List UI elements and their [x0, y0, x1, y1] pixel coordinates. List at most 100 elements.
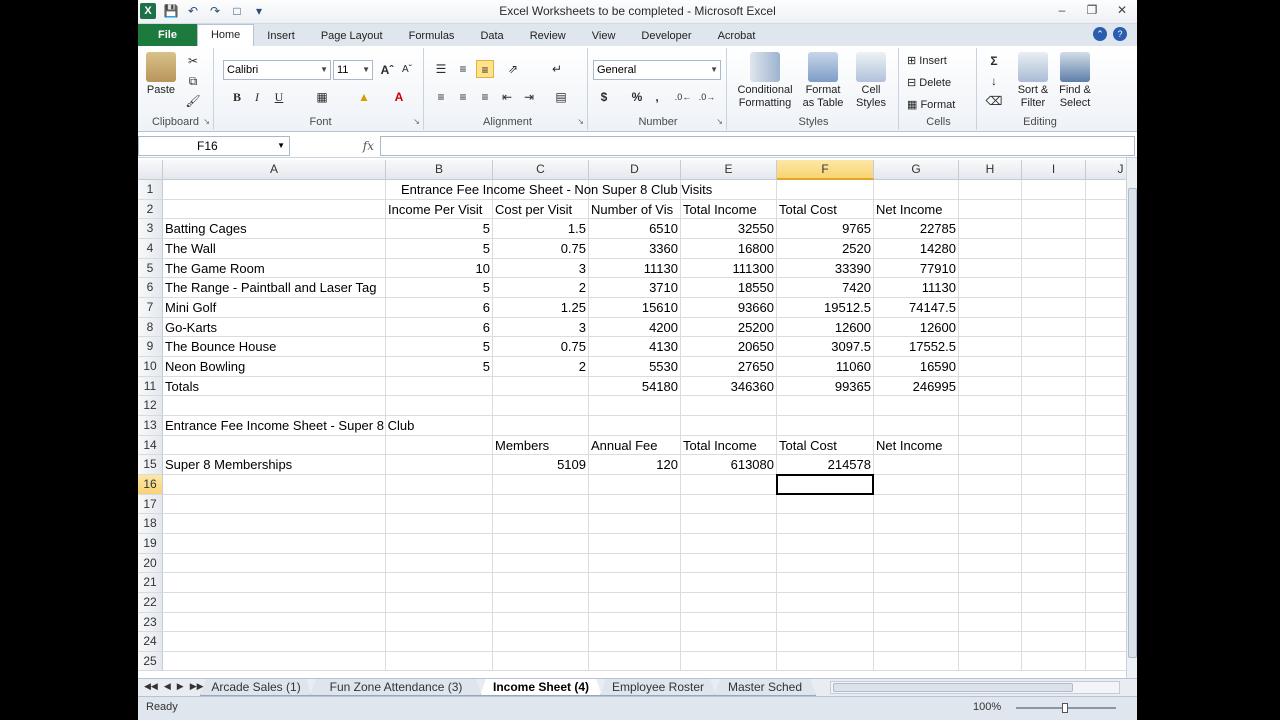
currency-icon[interactable]: $ [595, 88, 613, 106]
cell-a24[interactable] [163, 632, 386, 652]
column-header-b[interactable]: B [386, 160, 493, 180]
cell-e22[interactable] [681, 592, 777, 613]
cell-b1[interactable]: Entrance Fee Income Sheet - Non Super 8 … [386, 180, 712, 200]
cell-b10[interactable]: 5 [386, 356, 493, 377]
font-size-combo[interactable]: 11 ▼ [333, 60, 373, 80]
cell-f7[interactable]: 19512.5 [777, 297, 874, 318]
align-right-icon[interactable]: ≡ [476, 88, 494, 106]
tab-insert[interactable]: Insert [254, 26, 308, 46]
cell-f24[interactable] [777, 632, 874, 652]
cell-d16[interactable] [589, 474, 681, 495]
cell-g16[interactable] [874, 474, 959, 495]
cell-h19[interactable] [959, 533, 1022, 554]
cell-h11[interactable] [959, 376, 1022, 397]
cell-i8[interactable] [1022, 317, 1086, 338]
cell-h15[interactable] [959, 455, 1022, 475]
cell-c5[interactable]: 3 [493, 258, 589, 279]
cell-i24[interactable] [1022, 632, 1086, 652]
next-sheet-icon[interactable]: ▶ [177, 681, 184, 692]
cell-b24[interactable] [386, 632, 493, 652]
cell-h23[interactable] [959, 612, 1022, 633]
cell-e24[interactable] [681, 632, 777, 652]
cell-c24[interactable] [493, 632, 589, 652]
find-select-button[interactable]: Find & Select [1055, 52, 1095, 110]
cell-e9[interactable]: 20650 [681, 337, 777, 357]
cell-e12[interactable] [681, 396, 777, 416]
column-header-e[interactable]: E [681, 160, 777, 180]
cell-j3[interactable] [1086, 219, 1126, 239]
row-header[interactable]: 1 [138, 180, 163, 200]
cell-f19[interactable] [777, 533, 874, 554]
cell-f21[interactable] [777, 573, 874, 593]
clipboard-launcher-icon[interactable]: ↘ [203, 117, 210, 126]
cell-h16[interactable] [959, 474, 1022, 495]
cell-b23[interactable] [386, 612, 493, 633]
cell-d20[interactable] [589, 553, 681, 574]
cell-b4[interactable]: 5 [386, 238, 493, 259]
cell-a15[interactable]: Super 8 Memberships [163, 455, 386, 475]
cell-i3[interactable] [1022, 219, 1086, 239]
tab-file[interactable]: File [138, 24, 197, 46]
sheet-tab-employee-roster[interactable]: Employee Roster [600, 679, 716, 696]
cell-d18[interactable] [589, 514, 681, 534]
cell-g4[interactable]: 14280 [874, 238, 959, 259]
cell-j4[interactable] [1086, 239, 1126, 259]
cell-c21[interactable] [493, 573, 589, 593]
cell-j18[interactable] [1086, 514, 1126, 534]
row-header[interactable]: 3 [138, 219, 163, 239]
first-sheet-icon[interactable]: ◀◀ [144, 681, 158, 692]
cell-f22[interactable] [777, 592, 874, 613]
cell-e2[interactable]: Total Income [681, 199, 777, 220]
cell-d6[interactable]: 3710 [589, 278, 681, 298]
cell-b2[interactable]: Income Per Visit [386, 199, 493, 220]
italic-icon[interactable]: I [248, 88, 266, 106]
bold-icon[interactable]: B [228, 88, 246, 106]
fill-icon[interactable]: ↓ [985, 72, 1003, 90]
column-header-a[interactable]: A [163, 160, 386, 180]
row-header[interactable]: 11 [138, 376, 163, 397]
row-header[interactable]: 24 [138, 632, 163, 652]
cell-e25[interactable] [681, 651, 777, 672]
cell-c17[interactable] [493, 494, 589, 515]
cell-i15[interactable] [1022, 455, 1086, 475]
cell-e17[interactable] [681, 494, 777, 515]
format-as-table-button[interactable]: Format as Table [799, 52, 847, 110]
decrease-indent-icon[interactable]: ⇤ [498, 88, 516, 106]
cell-j6[interactable] [1086, 278, 1126, 298]
insert-function-icon[interactable]: fx [294, 136, 378, 156]
tab-view[interactable]: View [579, 26, 629, 46]
cell-g10[interactable]: 16590 [874, 356, 959, 377]
cell-j19[interactable] [1086, 534, 1126, 554]
cell-a25[interactable] [163, 651, 386, 672]
row-header[interactable]: 12 [138, 396, 163, 416]
cell-e13[interactable] [681, 415, 777, 436]
select-all-corner[interactable] [138, 160, 163, 180]
cell-i18[interactable] [1022, 514, 1086, 534]
cell-j16[interactable] [1086, 475, 1126, 495]
font-color-icon[interactable]: A [390, 88, 408, 106]
cell-g8[interactable]: 12600 [874, 317, 959, 338]
cell-f15[interactable]: 214578 [777, 455, 874, 475]
cell-f11[interactable]: 99365 [777, 376, 874, 397]
cell-d4[interactable]: 3360 [589, 238, 681, 259]
cell-h9[interactable] [959, 337, 1022, 357]
minimize-icon[interactable]: – [1047, 0, 1077, 20]
cell-b3[interactable]: 5 [386, 219, 493, 239]
cell-b21[interactable] [386, 573, 493, 593]
row-header[interactable]: 7 [138, 297, 163, 318]
cell-f10[interactable]: 11060 [777, 356, 874, 377]
cell-j21[interactable] [1086, 573, 1126, 593]
cell-h6[interactable] [959, 278, 1022, 298]
cell-j23[interactable] [1086, 613, 1126, 633]
cell-i16[interactable] [1022, 474, 1086, 495]
cell-c15[interactable]: 5109 [493, 455, 589, 475]
cell-h21[interactable] [959, 573, 1022, 593]
cell-h24[interactable] [959, 632, 1022, 652]
row-header[interactable]: 8 [138, 317, 163, 338]
cell-e8[interactable]: 25200 [681, 317, 777, 338]
horizontal-scrollbar[interactable] [830, 681, 1120, 694]
cell-f8[interactable]: 12600 [777, 317, 874, 338]
cell-g13[interactable] [874, 415, 959, 436]
column-header-d[interactable]: D [589, 160, 681, 180]
worksheet-grid[interactable]: ABCDEFGHIJ 1 Entrance Fee Income Sheet - … [138, 160, 1126, 678]
